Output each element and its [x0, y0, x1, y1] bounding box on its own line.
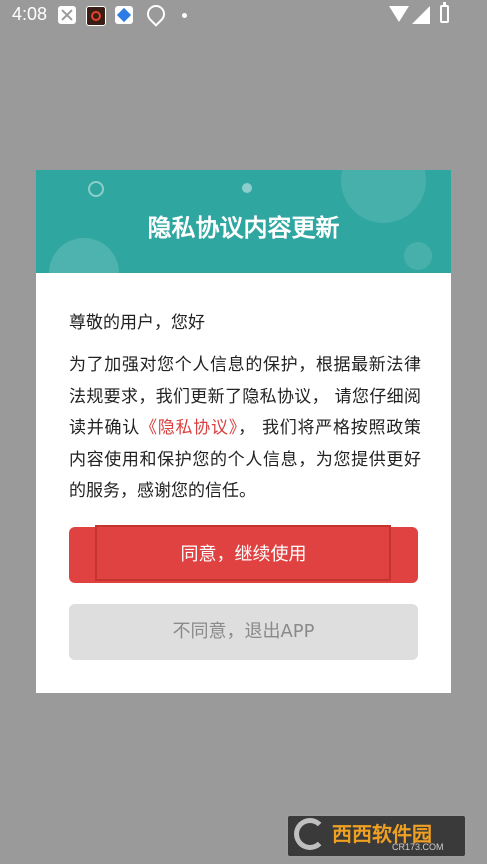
watermark-url: CR173.COM: [392, 842, 444, 852]
app-notification-icon: [86, 6, 106, 26]
app-store-icon: [115, 6, 133, 24]
wifi-icon: [389, 6, 409, 22]
decor-bubble: [49, 238, 119, 273]
dot-icon: [182, 13, 187, 18]
location-icon: [143, 1, 169, 27]
logo-c-icon: [294, 818, 326, 850]
decor-bubble: [242, 183, 252, 193]
battery-icon: [440, 2, 449, 23]
privacy-body-text: 为了加强对您个人信息的保护，根据最新法律法规要求，我们更新了隐私协议， 请您仔细…: [69, 350, 421, 508]
decor-bubble: [88, 181, 104, 197]
close-box-icon: [58, 6, 76, 24]
greeting-text: 尊敬的用户，您好: [69, 313, 205, 333]
dialog-header: 隐私协议内容更新: [36, 170, 451, 273]
privacy-dialog: 隐私协议内容更新 尊敬的用户，您好 为了加强对您个人信息的保护，根据最新法律法规…: [36, 170, 451, 693]
decor-bubble: [404, 242, 432, 270]
status-time: 4:08: [12, 4, 48, 24]
watermark-logo: 西西软件园 CR173.COM: [286, 814, 467, 858]
disagree-button[interactable]: 不同意，退出APP: [69, 604, 418, 660]
status-bar: 4:08: [0, 0, 487, 30]
privacy-agreement-link[interactable]: 《隐私协议》: [140, 418, 238, 438]
dialog-title: 隐私协议内容更新: [147, 214, 340, 242]
agree-button[interactable]: 同意，继续使用: [69, 527, 418, 583]
signal-icon: [412, 6, 430, 24]
